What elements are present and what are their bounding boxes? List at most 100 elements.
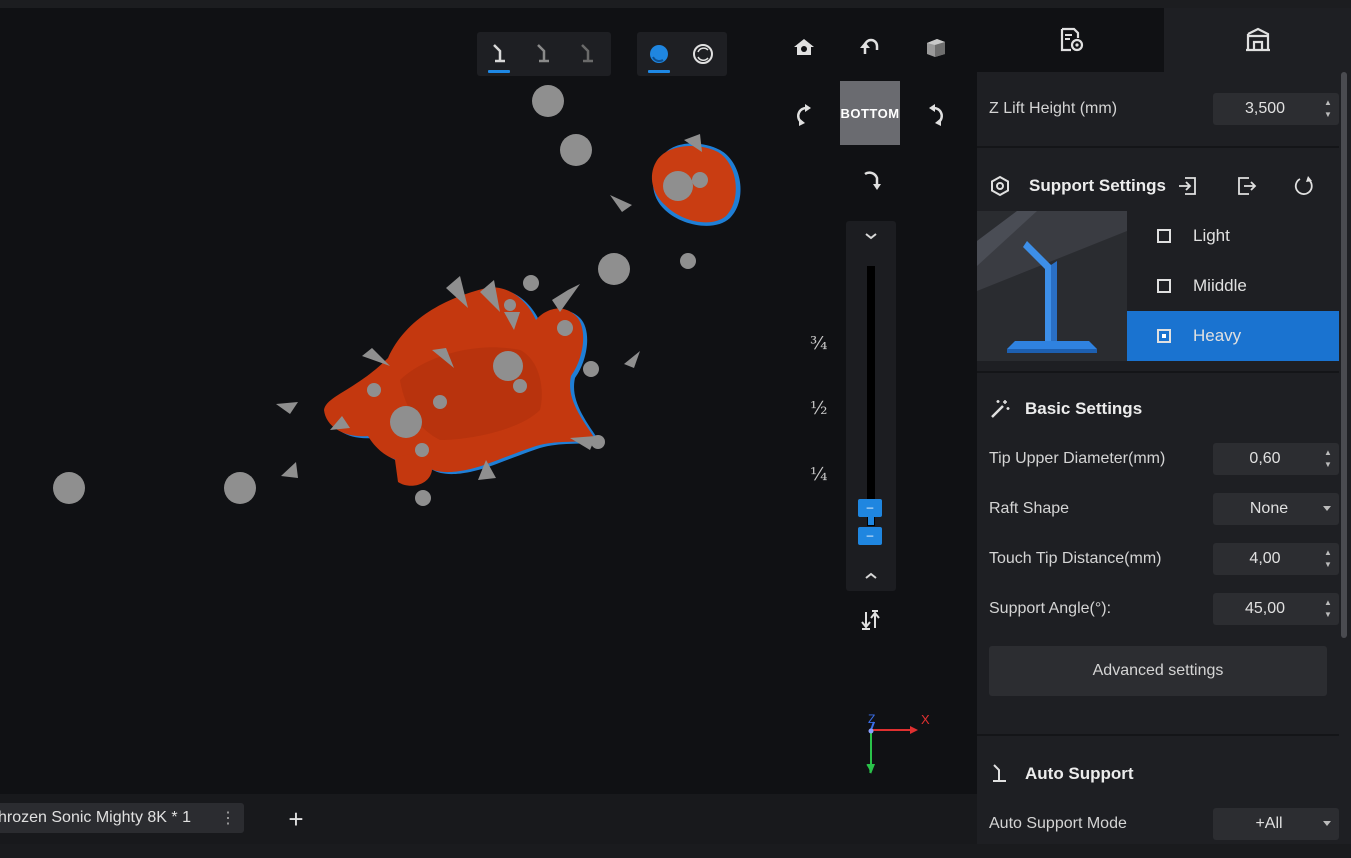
tip-upper-stepper-icon[interactable]: ▲ ▼ [1317, 443, 1339, 475]
perspective-cube-icon[interactable] [916, 27, 956, 67]
model-part-main [324, 287, 600, 486]
file-tab[interactable]: hrozen Sonic Mighty 8K * 1 ⋮ [0, 803, 244, 833]
auto-support-title: Auto Support [1025, 764, 1134, 783]
support-cone [281, 462, 298, 478]
raft-shape-label: Raft Shape [989, 500, 1070, 517]
touch-tip-stepper-icon[interactable]: ▲ ▼ [1317, 543, 1339, 575]
touch-tip-input[interactable]: 4,00 ▲ ▼ [1213, 543, 1339, 575]
tab-print-settings[interactable] [977, 8, 1164, 72]
3d-viewport[interactable]: X Z Y BOTTOM – – ¾ ½ ¼ [0, 8, 977, 794]
dropdown-caret-icon[interactable] [1323, 821, 1331, 826]
file-tab-label: hrozen Sonic Mighty 8K * 1 [0, 809, 191, 826]
tip-upper-label: Tip Upper Diameter(mm) [989, 450, 1166, 467]
support-sphere [560, 134, 592, 166]
auto-support-mode-select[interactable]: +All [1213, 808, 1339, 840]
z-lift-input[interactable]: 3,500 ▲ ▼ [1213, 93, 1339, 125]
preset-light-checkbox[interactable] [1157, 229, 1171, 243]
axis-label-x: X [921, 712, 930, 727]
view-cube[interactable]: BOTTOM [840, 81, 900, 145]
add-tab-button[interactable]: + [282, 804, 310, 834]
slider-down-chevron-icon[interactable] [858, 566, 884, 586]
touch-tip-row: Touch Tip Distance(mm) 4,00 ▲ ▼ [989, 542, 1339, 576]
touch-tip-value[interactable]: 4,00 [1213, 550, 1317, 568]
tip-upper-row: Tip Upper Diameter(mm) 0,60 ▲ ▼ [989, 442, 1339, 476]
rotate-left-icon[interactable] [784, 95, 824, 135]
raft-shape-value[interactable]: None [1213, 500, 1325, 518]
panel-scrollbar[interactable] [1341, 72, 1347, 638]
support-tool-heavy-icon[interactable] [565, 32, 609, 76]
support-cone [610, 195, 632, 212]
solid-shading-icon[interactable] [637, 32, 681, 76]
preset-heavy-label: Heavy [1193, 326, 1242, 345]
model-part-small [651, 134, 741, 226]
slider-connector [868, 517, 874, 525]
basic-settings-title: Basic Settings [1025, 399, 1143, 418]
support-angle-input[interactable]: 45,00 ▲ ▼ [1213, 593, 1339, 625]
preset-heavy-checkbox[interactable] [1157, 329, 1171, 343]
auto-support-mode-label: Auto Support Mode [989, 815, 1127, 832]
axis-label-y: Y [866, 762, 875, 776]
layer-slider-bar[interactable] [867, 266, 875, 526]
undo-rotate-icon[interactable] [850, 27, 890, 67]
tab-support[interactable] [1164, 8, 1351, 72]
support-angle-label: Support Angle(°): [989, 600, 1112, 617]
status-strip [0, 844, 1351, 858]
divider [977, 734, 1339, 736]
support-settings-header: Support Settings [989, 171, 1166, 201]
hex-gear-icon [989, 175, 1019, 197]
advanced-settings-button[interactable]: Advanced settings [989, 646, 1327, 696]
export-preset-icon[interactable] [1233, 172, 1259, 200]
support-sphere [523, 275, 539, 291]
z-lift-value[interactable]: 3,500 [1213, 100, 1317, 118]
support-tool-light-icon[interactable] [477, 32, 521, 76]
z-lift-stepper-icon[interactable]: ▲ ▼ [1317, 93, 1339, 125]
support-cone [624, 351, 640, 368]
file-tab-menu-icon[interactable]: ⋮ [218, 807, 238, 829]
preset-middle-checkbox[interactable] [1157, 279, 1171, 293]
dropdown-caret-icon[interactable] [1323, 506, 1331, 511]
support-tool-toolbar [477, 32, 611, 76]
basic-settings-header: Basic Settings [989, 394, 1142, 424]
divider [977, 146, 1339, 148]
layer-slider-top-handle[interactable]: – [858, 499, 882, 517]
render-mode-toolbar [637, 32, 727, 76]
preset-light[interactable]: Light [1127, 211, 1339, 261]
support-cone [276, 402, 298, 414]
tip-upper-input[interactable]: 0,60 ▲ ▼ [1213, 443, 1339, 475]
settings-panel: Z Lift Height (mm) 3,500 ▲ ▼ Support Sett… [977, 8, 1351, 844]
panel-tabs [977, 8, 1351, 72]
touch-tip-label: Touch Tip Distance(mm) [989, 550, 1162, 567]
axis-gizmo [867, 721, 918, 774]
preset-heavy[interactable]: Heavy [1127, 311, 1339, 361]
rotate-down-icon[interactable] [850, 159, 890, 199]
tip-upper-value[interactable]: 0,60 [1213, 450, 1317, 468]
raft-shape-select[interactable]: None [1213, 493, 1339, 525]
z-lift-row: Z Lift Height (mm) 3,500 ▲ ▼ [989, 92, 1339, 126]
layer-slider-bottom-handle[interactable]: – [858, 527, 882, 545]
model-scene[interactable] [0, 8, 977, 794]
axis-label-z: Z [868, 712, 876, 726]
xray-shading-icon[interactable] [681, 32, 725, 76]
home-view-icon[interactable] [784, 27, 824, 67]
preset-light-label: Light [1193, 226, 1230, 245]
magic-wand-icon [989, 398, 1019, 420]
slider-up-chevron-icon[interactable] [858, 226, 884, 246]
raft-shape-row: Raft Shape None [989, 492, 1339, 526]
z-lift-label: Z Lift Height (mm) [989, 100, 1118, 117]
import-preset-icon[interactable] [1175, 172, 1201, 200]
support-angle-row: Support Angle(°): 45,00 ▲ ▼ [989, 592, 1339, 626]
auto-support-header: Auto Support [989, 759, 1134, 789]
view-cube-face-label: BOTTOM [840, 105, 900, 121]
slider-mark-three-quarter: ¾ [810, 333, 828, 354]
support-angle-value[interactable]: 45,00 [1213, 600, 1317, 618]
auto-support-mode-value[interactable]: +All [1213, 815, 1325, 833]
layer-sort-icon[interactable] [858, 608, 884, 632]
support-sphere [53, 472, 85, 504]
print-settings-icon [1060, 27, 1083, 52]
rotate-right-icon[interactable] [916, 95, 956, 135]
support-tool-medium-icon[interactable] [521, 32, 565, 76]
support-settings-title: Support Settings [1029, 176, 1166, 195]
support-angle-stepper-icon[interactable]: ▲ ▼ [1317, 593, 1339, 625]
reset-preset-icon[interactable] [1291, 172, 1317, 200]
preset-middle[interactable]: Miiddle [1127, 261, 1339, 311]
